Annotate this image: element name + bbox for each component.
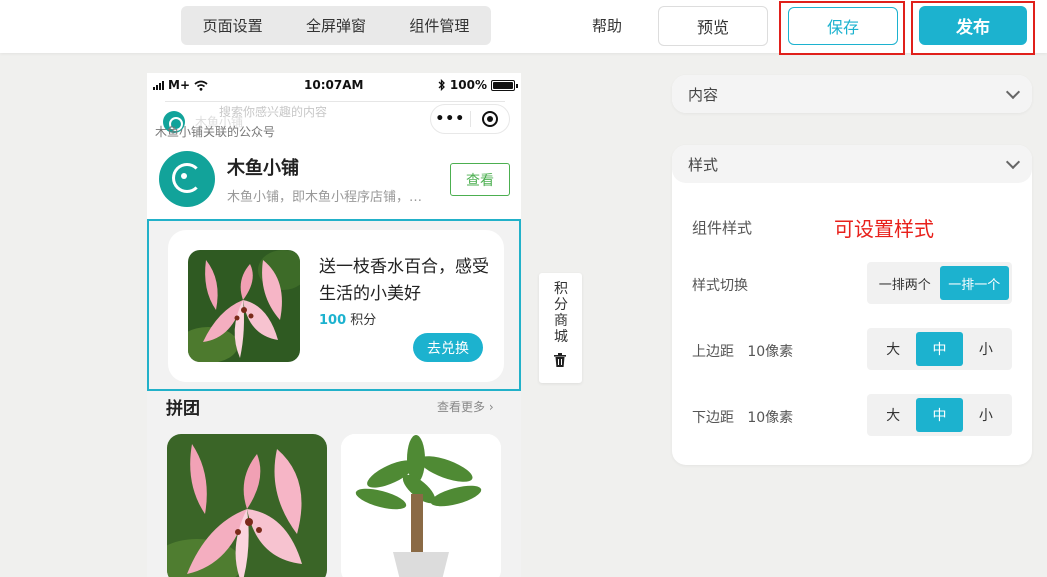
points-unit: 积分 <box>346 313 377 328</box>
related-account-label: 木鱼小铺关联的公众号 <box>155 125 276 139</box>
points-mall-label: 积分商城 <box>554 281 568 345</box>
group-card-lily[interactable] <box>167 434 327 577</box>
group-more-label: 查看更多 <box>437 400 486 414</box>
battery-percent: 100% <box>449 78 487 92</box>
status-bar: M+ 10:07AM 100% <box>147 73 521 97</box>
trash-icon[interactable] <box>554 353 566 367</box>
lily-image <box>188 250 300 362</box>
points-mall-widget[interactable]: 积分商城 <box>539 273 582 383</box>
close-target-icon[interactable] <box>471 111 510 127</box>
bottom-margin-label: 下边距 10像素 <box>692 407 793 427</box>
chevron-down-icon <box>1005 84 1021 99</box>
signal-icon <box>153 80 164 90</box>
style-switch-label: 样式切换 <box>692 278 748 294</box>
preview-button[interactable]: 预览 <box>658 6 768 46</box>
bottom-margin-large[interactable]: 大 <box>870 398 916 432</box>
style-panel-header[interactable]: 样式 <box>672 145 1032 183</box>
top-bar: 页面设置 全屏弹窗 组件管理 帮助 预览 保存 发布 <box>0 0 1047 55</box>
style-hint-annotation: 可设置样式 <box>834 217 934 241</box>
tab-component-manage[interactable]: 组件管理 <box>388 15 491 36</box>
battery-icon <box>491 79 518 91</box>
style-panel-body: 组件样式 可设置样式 样式切换 一排两个 一排一个 上边距 10像素 大 中 小… <box>672 183 1032 465</box>
points-product-card[interactable]: 送一枝香水百合，感受生活的小美好 100 积分 去兑换 <box>168 230 504 382</box>
points-value: 100 积分 <box>319 309 376 328</box>
component-style-label: 组件样式 <box>692 219 753 237</box>
bottom-margin-small[interactable]: 小 <box>963 398 1009 432</box>
shop-logo <box>159 151 215 207</box>
bottom-margin-medium[interactable]: 中 <box>916 398 963 432</box>
publish-button[interactable]: 发布 <box>919 6 1027 45</box>
group-more-link[interactable]: 查看更多 › <box>437 398 494 415</box>
option-one-per-row[interactable]: 一排一个 <box>939 266 1009 300</box>
chevron-right-icon: › <box>488 400 494 414</box>
tab-page-settings[interactable]: 页面设置 <box>181 15 284 36</box>
points-product-title: 送一枝香水百合，感受生活的小美好 <box>319 257 489 304</box>
top-margin-toggle: 大 中 小 <box>867 328 1012 370</box>
selected-points-component[interactable]: 送一枝香水百合，感受生活的小美好 100 积分 去兑换 <box>147 219 521 391</box>
top-margin-label: 上边距 10像素 <box>692 341 793 361</box>
carrier-label: M+ <box>168 78 190 92</box>
lily-image <box>167 434 327 577</box>
group-card-money-tree[interactable] <box>341 434 501 577</box>
money-tree-image <box>341 434 501 577</box>
style-panel: 样式 组件样式 可设置样式 样式切换 一排两个 一排一个 上边距 10像素 大 … <box>672 145 1032 465</box>
top-margin-name: 上边距 <box>692 344 734 360</box>
mini-program-header: 搜索你感兴趣的内容 木鱼小铺 木鱼小铺关联的公众号 ••• 木鱼小铺 木鱼小铺，… <box>147 97 521 219</box>
points-number: 100 <box>319 313 347 328</box>
tab-fullscreen-popup[interactable]: 全屏弹窗 <box>284 15 387 36</box>
wifi-icon <box>194 80 208 91</box>
shop-description: 木鱼小铺，即木鱼小程序店铺，… <box>227 190 423 205</box>
bottom-margin-name: 下边距 <box>692 410 734 426</box>
top-margin-small[interactable]: 小 <box>963 332 1009 366</box>
mini-program-capsule: ••• <box>430 104 510 134</box>
top-margin-value: 10像素 <box>747 344 794 360</box>
editor-tabs: 页面设置 全屏弹窗 组件管理 <box>181 6 491 45</box>
shop-name: 木鱼小铺 <box>227 158 299 179</box>
bottom-margin-toggle: 大 中 小 <box>867 394 1012 436</box>
exchange-button[interactable]: 去兑换 <box>413 333 483 362</box>
content-panel-title: 内容 <box>688 85 719 104</box>
ghost-search-bar <box>165 101 505 102</box>
top-margin-large[interactable]: 大 <box>870 332 916 366</box>
content-panel-header[interactable]: 内容 <box>672 75 1032 113</box>
bottom-margin-value: 10像素 <box>747 410 794 426</box>
bluetooth-icon <box>438 79 445 91</box>
option-two-per-row[interactable]: 一排两个 <box>870 266 940 300</box>
top-margin-medium[interactable]: 中 <box>916 332 963 366</box>
group-buy-title: 拼团 <box>166 399 200 419</box>
style-switch-toggle: 一排两个 一排一个 <box>867 262 1012 304</box>
save-button[interactable]: 保存 <box>788 7 898 45</box>
help-link[interactable]: 帮助 <box>592 15 622 36</box>
content-panel: 内容 <box>672 75 1032 113</box>
more-dots-icon[interactable]: ••• <box>431 111 470 127</box>
phone-preview: M+ 10:07AM 100% 搜索你感兴趣的内容 木鱼小铺 木鱼小铺关联的公众… <box>147 73 521 577</box>
status-time: 10:07AM <box>304 78 364 92</box>
chevron-down-icon <box>1005 154 1021 169</box>
style-panel-title: 样式 <box>688 155 719 174</box>
view-account-button[interactable]: 查看 <box>450 163 510 196</box>
